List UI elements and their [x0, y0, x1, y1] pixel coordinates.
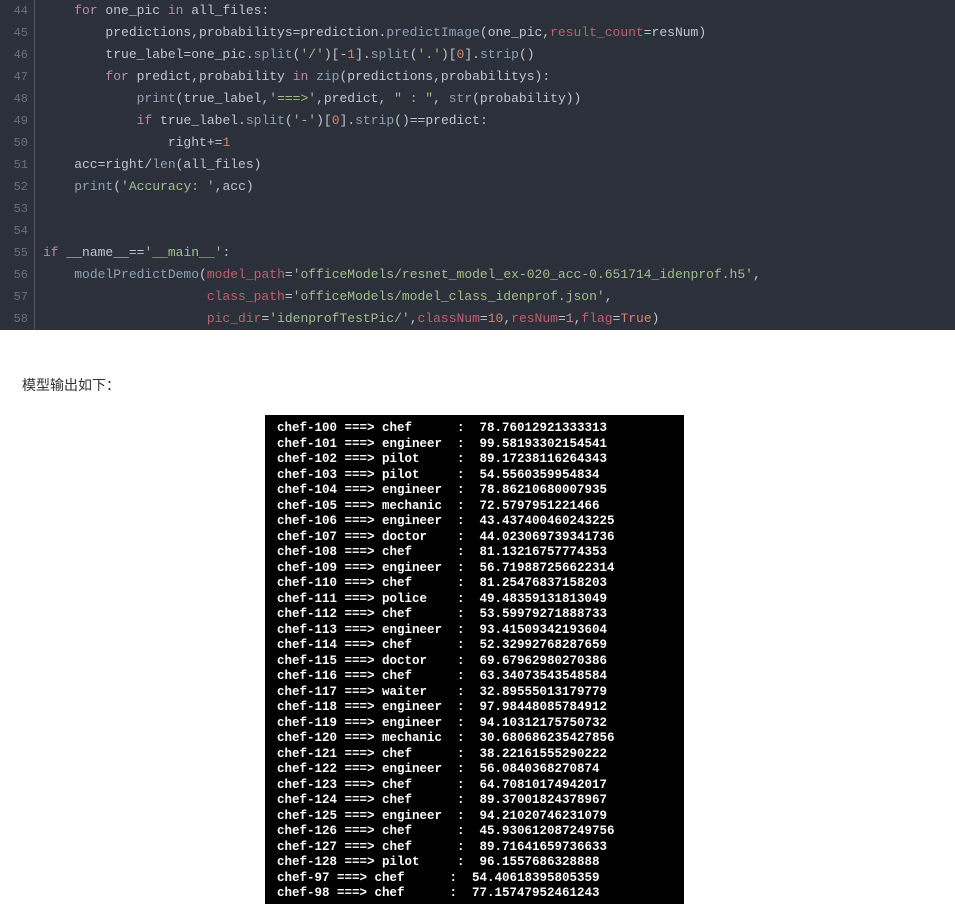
terminal-line: chef-122 ===> engineer : 56.084036827087… [277, 762, 672, 778]
terminal-line: chef-106 ===> engineer : 43.437400460243… [277, 514, 672, 530]
code-line: 57 class_path='officeModels/model_class_… [0, 286, 955, 308]
code-line: 48 print(true_label,'===>',predict, " : … [0, 88, 955, 110]
terminal-output: chef-100 ===> chef : 78.76012921333313ch… [265, 415, 684, 904]
line-number: 44 [0, 0, 34, 22]
terminal-line: chef-103 ===> pilot : 54.5560359954834 [277, 468, 672, 484]
terminal-line: chef-105 ===> mechanic : 72.579795122146… [277, 499, 672, 515]
terminal-line: chef-107 ===> doctor : 44.02306973934173… [277, 530, 672, 546]
code-line: 47 for predict,probability in zip(predic… [0, 66, 955, 88]
terminal-line: chef-104 ===> engineer : 78.862106800079… [277, 483, 672, 499]
line-number: 50 [0, 132, 34, 154]
terminal-line: chef-128 ===> pilot : 96.1557686328888 [277, 855, 672, 871]
terminal-line: chef-101 ===> engineer : 99.581933021545… [277, 437, 672, 453]
terminal-line: chef-127 ===> chef : 89.71641659736633 [277, 840, 672, 856]
terminal-line: chef-109 ===> engineer : 56.719887256622… [277, 561, 672, 577]
line-number: 53 [0, 198, 34, 220]
code-editor: 44 for one_pic in all_files:45 predictio… [0, 0, 955, 330]
terminal-line: chef-102 ===> pilot : 89.17238116264343 [277, 452, 672, 468]
line-number: 54 [0, 220, 34, 242]
output-description: 模型输出如下： [0, 330, 955, 415]
code-content: if __name__=='__main__': [43, 242, 230, 264]
code-line: 49 if true_label.split('-')[0].strip()==… [0, 110, 955, 132]
line-number: 58 [0, 308, 34, 330]
terminal-line: chef-112 ===> chef : 53.59979271888733 [277, 607, 672, 623]
code-line: 45 predictions,probabilitys=prediction.p… [0, 22, 955, 44]
terminal-line: chef-110 ===> chef : 81.25476837158203 [277, 576, 672, 592]
code-content: right+=1 [43, 132, 230, 154]
terminal-line: chef-118 ===> engineer : 97.984480857849… [277, 700, 672, 716]
code-line: 56 modelPredictDemo(model_path='officeMo… [0, 264, 955, 286]
line-number: 52 [0, 176, 34, 198]
line-number: 49 [0, 110, 34, 132]
code-line: 53 [0, 198, 955, 220]
code-line: 44 for one_pic in all_files: [0, 0, 955, 22]
code-content: for one_pic in all_files: [43, 0, 269, 22]
terminal-line: chef-108 ===> chef : 81.13216757774353 [277, 545, 672, 561]
terminal-line: chef-97 ===> chef : 54.40618395805359 [277, 871, 672, 887]
code-content: class_path='officeModels/model_class_ide… [43, 286, 613, 308]
terminal-line: chef-126 ===> chef : 45.930612087249756 [277, 824, 672, 840]
line-number: 51 [0, 154, 34, 176]
code-content: true_label=one_pic.split('/')[-1].split(… [43, 44, 535, 66]
line-number: 46 [0, 44, 34, 66]
terminal-line: chef-121 ===> chef : 38.22161555290222 [277, 747, 672, 763]
terminal-line: chef-117 ===> waiter : 32.89555013179779 [277, 685, 672, 701]
terminal-line: chef-125 ===> engineer : 94.210207462310… [277, 809, 672, 825]
terminal-line: chef-124 ===> chef : 89.37001824378967 [277, 793, 672, 809]
terminal-line: chef-113 ===> engineer : 93.415093421936… [277, 623, 672, 639]
line-number: 56 [0, 264, 34, 286]
terminal-line: chef-98 ===> chef : 77.15747952461243 [277, 886, 672, 902]
terminal-line: chef-123 ===> chef : 64.70810174942017 [277, 778, 672, 794]
terminal-line: chef-100 ===> chef : 78.76012921333313 [277, 421, 672, 437]
code-content: print(true_label,'===>',predict, " : ", … [43, 88, 581, 110]
code-content: pic_dir='idenprofTestPic/',classNum=10,r… [43, 308, 659, 330]
terminal-line: chef-119 ===> engineer : 94.103121757507… [277, 716, 672, 732]
code-content: if true_label.split('-')[0].strip()==pre… [43, 110, 488, 132]
code-line: 46 true_label=one_pic.split('/')[-1].spl… [0, 44, 955, 66]
code-line: 50 right+=1 [0, 132, 955, 154]
code-content: predictions,probabilitys=prediction.pred… [43, 22, 706, 44]
terminal-line: chef-111 ===> police : 49.48359131813049 [277, 592, 672, 608]
terminal-line: chef-115 ===> doctor : 69.67962980270386 [277, 654, 672, 670]
terminal-line: chef-120 ===> mechanic : 30.680686235427… [277, 731, 672, 747]
code-content: for predict,probability in zip(predictio… [43, 66, 550, 88]
terminal-line: chef-114 ===> chef : 52.32992768287659 [277, 638, 672, 654]
line-number: 48 [0, 88, 34, 110]
line-number: 55 [0, 242, 34, 264]
code-line: 52 print('Accuracy: ',acc) [0, 176, 955, 198]
code-line: 51 acc=right/len(all_files) [0, 154, 955, 176]
code-content: modelPredictDemo(model_path='officeModel… [43, 264, 761, 286]
code-content: print('Accuracy: ',acc) [43, 176, 254, 198]
line-number: 47 [0, 66, 34, 88]
line-number: 57 [0, 286, 34, 308]
code-line: 58 pic_dir='idenprofTestPic/',classNum=1… [0, 308, 955, 330]
code-line: 54 [0, 220, 955, 242]
code-content: acc=right/len(all_files) [43, 154, 261, 176]
line-number: 45 [0, 22, 34, 44]
code-line: 55 if __name__=='__main__': [0, 242, 955, 264]
terminal-line: chef-116 ===> chef : 63.34073543548584 [277, 669, 672, 685]
